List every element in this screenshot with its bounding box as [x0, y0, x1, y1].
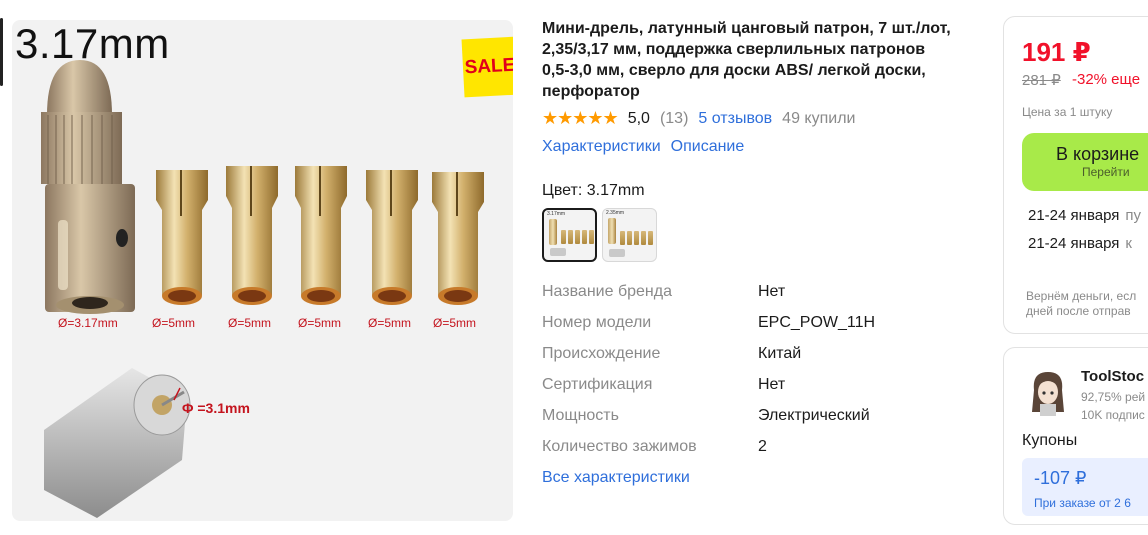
coupon-card[interactable]: -107 ₽ При заказе от 2 6 — [1022, 458, 1148, 516]
refund-guarantee: Вернём деньги, есл дней после отправ — [1026, 289, 1136, 319]
swatch-caption-1: 2.35mm — [606, 210, 625, 216]
reviews-link[interactable]: 5 отзывов — [698, 110, 772, 128]
coupons-label: Купоны — [1022, 432, 1078, 449]
collet-size-labels: Ø=3.17mm Ø=5mm Ø=5mm Ø=5mm Ø=5mm Ø=5mm — [58, 316, 476, 330]
spec-value: Нет — [758, 283, 786, 300]
delivery-option[interactable]: 21-24 января к — [1028, 235, 1132, 252]
seller-subscribers: 10K подпис — [1081, 408, 1145, 422]
spec-row: Количество зажимов 2 — [542, 438, 962, 469]
collet-label-0: Ø=3.17mm — [58, 316, 118, 330]
discount-badge: -32% еще — [1072, 71, 1141, 88]
spec-name: Мощность — [542, 407, 619, 424]
unit-price-note: Цена за 1 штуку — [1022, 105, 1113, 119]
delivery-date: 21-24 января — [1028, 235, 1120, 252]
product-title: Мини-дрель, латунный цанговый патрон, 7 … — [542, 20, 951, 100]
spec-row: Название бренда Нет — [542, 283, 962, 314]
rating-count: (13) — [659, 109, 689, 127]
delivery-service: к — [1125, 235, 1132, 252]
swatch-235[interactable]: 2.35mm — [602, 208, 657, 262]
guarantee-line-1: Вернём деньги, есл — [1026, 289, 1137, 303]
rating-value: 5,0 — [627, 109, 650, 127]
product-image[interactable]: 3.17mm SALE Ø=3.17mm Ø=5mm Ø=5mm Ø=5mm Ø… — [12, 20, 513, 521]
motor-shaft-label: Φ =3.1mm — [182, 400, 250, 416]
spec-name: Количество зажимов — [542, 438, 697, 455]
coupon-condition: При заказе от 2 6 — [1034, 496, 1131, 510]
cart-button-sublabel: Перейти — [1082, 165, 1130, 179]
guarantee-line-2: дней после отправ — [1026, 304, 1131, 318]
seller-rating: 92,75% рей — [1081, 390, 1146, 404]
spec-value: Китай — [758, 345, 802, 362]
delivery-service: пу — [1125, 207, 1142, 224]
spec-row: Номер модели EPC_POW_11H — [542, 314, 962, 345]
price-card: 191 ₽ 281 ₽ -32% еще Цена за 1 штуку В к… — [1003, 16, 1148, 334]
breadcrumb-fragment — [20, 0, 500, 4]
swatch-317[interactable]: 3.17mm — [542, 208, 597, 262]
product-photo: Ø=3.17mm Ø=5mm Ø=5mm Ø=5mm Ø=5mm Ø=5mm Φ… — [41, 60, 484, 518]
spec-row: Сертификация Нет — [542, 376, 962, 407]
spec-value: EPC_POW_11H — [758, 314, 876, 331]
bought-count: 49 купили — [782, 109, 856, 127]
product-tabs: Характеристики Описание — [542, 138, 744, 156]
brass-collets — [156, 166, 484, 305]
collet-label-5: Ø=5mm — [433, 316, 476, 330]
coupon-value: -107 ₽ — [1034, 468, 1087, 488]
old-price: 281 ₽ — [1022, 72, 1061, 89]
spec-name: Название бренда — [542, 283, 672, 300]
spec-name: Номер модели — [542, 314, 652, 331]
current-price: 191 ₽ — [1022, 37, 1091, 67]
delivery-option[interactable]: 21-24 января пу — [1028, 207, 1141, 224]
in-cart-button[interactable]: В корзине Перейти — [1022, 133, 1148, 191]
spec-value: 2 — [758, 438, 767, 455]
seller-avatar[interactable] — [1026, 368, 1070, 418]
seller-name[interactable]: ToolStoc — [1081, 368, 1144, 385]
seller-card: ToolStoc 92,75% рей 10K подпис Купоны -1… — [1003, 347, 1148, 525]
collet-label-2: Ø=5mm — [228, 316, 271, 330]
color-label: Цвет: 3.17mm — [542, 182, 645, 199]
star-rating-icon: ★★★★★ — [542, 108, 619, 128]
cart-button-label: В корзине — [1056, 144, 1140, 164]
drill-chuck — [41, 60, 135, 314]
tab-characteristics[interactable]: Характеристики — [542, 138, 661, 156]
color-swatches: 3.17mm 2.35mm — [542, 208, 657, 262]
spec-table: Название бренда Нет Номер модели EPC_POW… — [542, 283, 962, 469]
spec-row: Происхождение Китай — [542, 345, 962, 376]
spec-row: Мощность Электрический — [542, 407, 962, 438]
collet-label-3: Ø=5mm — [298, 316, 341, 330]
swatch-caption-0: 3.17mm — [547, 211, 566, 217]
spec-name: Происхождение — [542, 345, 661, 362]
spec-value: Электрический — [758, 407, 870, 424]
thumbnail-strip-edge — [0, 18, 3, 86]
all-specs-link[interactable]: Все характеристики — [542, 469, 690, 487]
spec-value: Нет — [758, 376, 786, 393]
dc-motor — [44, 368, 191, 518]
collet-label-4: Ø=5mm — [368, 316, 411, 330]
spec-name: Сертификация — [542, 376, 653, 393]
tab-description[interactable]: Описание — [671, 138, 745, 156]
rating-row: ★★★★★ 5,0 (13) 5 отзывов 49 купили — [542, 108, 855, 129]
delivery-date: 21-24 января — [1028, 207, 1120, 224]
collet-label-1: Ø=5mm — [152, 316, 195, 330]
